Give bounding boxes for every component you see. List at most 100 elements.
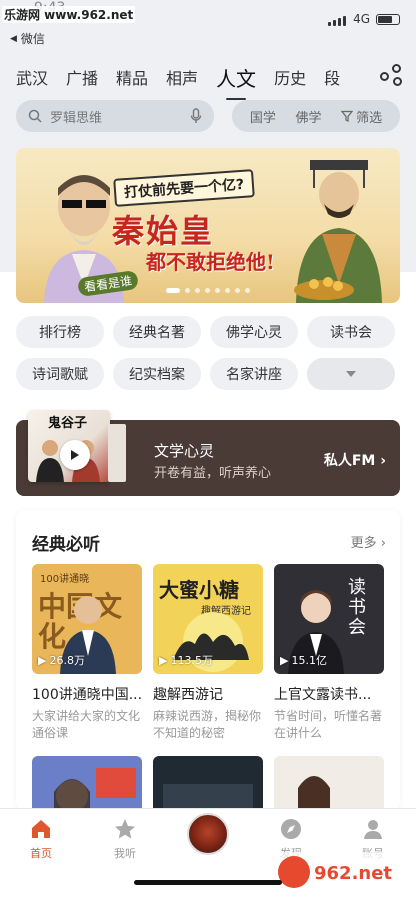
tab-jokes[interactable]: 段 (315, 65, 349, 89)
chip-lectures[interactable]: 名家讲座 (210, 358, 298, 390)
tab-premium[interactable]: 精品 (107, 65, 157, 89)
filter-button[interactable]: 筛选 (341, 107, 382, 126)
album-cover-partial[interactable] (274, 756, 384, 810)
fm-action-label: 私人FM (323, 453, 376, 469)
pagination-dot (185, 288, 190, 293)
tab-broadcast[interactable]: 广播 (57, 65, 107, 89)
dark-cover-illustration (163, 784, 253, 810)
banner-headline-2: 都不敢拒绝他! (146, 250, 275, 274)
tab-humanities[interactable]: 人文 (207, 63, 265, 100)
chevron-right-icon: › (380, 536, 386, 551)
personal-fm-card[interactable]: 鬼谷子 文学心灵 开卷有益，听声养心 私人FM › (16, 410, 400, 496)
signal-icon (328, 16, 346, 26)
play-count: ▶ 26.8万 (38, 652, 85, 668)
album-cover: 大蜜小糖 趣解西游记 ▶ 113.5万 (153, 564, 263, 674)
album-cover-text: 读书会 (348, 577, 366, 638)
compass-icon (281, 819, 301, 839)
fm-subtitle: 开卷有益，听声养心 (154, 466, 272, 481)
tabbar-my-listen-label: 我听 (114, 847, 136, 860)
tabbar-home-label: 首页 (30, 847, 52, 860)
tab-wuhan[interactable]: 武汉 (0, 65, 57, 89)
portrait-illustration (54, 768, 136, 810)
promo-banner[interactable]: 打仗前先要一个亿? 秦始皇 都不敢拒绝他! 看看是谁 (16, 148, 400, 303)
pagination-dot (225, 288, 230, 293)
tabbar-my-listen[interactable]: 我听 (90, 817, 160, 861)
back-to-wechat-button[interactable]: ◀ 微信 (10, 30, 45, 47)
play-count: ▶ 15.1亿 (280, 652, 327, 668)
star-icon (115, 819, 135, 839)
now-playing-disc[interactable] (187, 813, 229, 855)
play-count: ▶ 113.5万 (159, 652, 213, 668)
chip-buddhism[interactable]: 佛学心灵 (210, 316, 298, 348)
back-label: 微信 (20, 32, 45, 46)
play-count-icon: ▶ (280, 653, 289, 667)
play-count-value: 15.1亿 (291, 654, 327, 667)
battery-icon (376, 14, 400, 25)
play-count-icon: ▶ (159, 653, 168, 667)
microphone-icon[interactable] (190, 108, 202, 124)
album-card[interactable]: 大蜜小糖 趣解西游记 ▶ 113.5万 趣解西游记 麻辣说西游，揭秘你不知道的秘密 (153, 564, 263, 742)
search-input[interactable]: 罗辑思维 (16, 100, 214, 132)
banner-pagination (16, 288, 400, 293)
back-arrow-icon: ◀ (10, 33, 17, 44)
home-icon (32, 820, 50, 838)
album-cover-partial[interactable] (32, 756, 142, 810)
pagination-dot (195, 288, 200, 293)
album-cover: 100讲通晓 中国文化 ▶ 26.8万 (32, 564, 142, 674)
play-count-value: 113.5万 (170, 654, 213, 667)
user-icon (364, 820, 382, 839)
pagination-dot (205, 288, 210, 293)
play-count-icon: ▶ (38, 653, 47, 667)
filter-guoxue[interactable]: 国学 (250, 107, 276, 126)
album-desc: 节省时间，听懂名著在讲什么 (274, 709, 383, 740)
more-label: 更多 (350, 536, 377, 551)
triangle-down-icon (346, 371, 356, 377)
more-categories-icon[interactable] (380, 64, 406, 90)
play-count-value: 26.8万 (49, 654, 85, 667)
fm-cover-stack (108, 424, 126, 482)
watermark-top: 乐游网 www.962.net (2, 6, 136, 23)
filter-label: 筛选 (356, 110, 383, 126)
search-placeholder: 罗辑思维 (50, 110, 103, 126)
play-icon (71, 450, 79, 460)
pagination-dot (245, 288, 250, 293)
chip-expand[interactable] (307, 358, 395, 390)
chip-poetry[interactable]: 诗词歌赋 (16, 358, 104, 390)
classics-section: 经典必听 更多 › 100讲通晓 中国文化 ▶ 26.8万 100讲通晓中国...… (16, 510, 400, 810)
album-cover-partial[interactable] (153, 756, 263, 810)
pagination-dot (235, 288, 240, 293)
filter-bar: 国学 佛学 筛选 (232, 100, 400, 132)
fm-title: 文学心灵 (154, 442, 215, 460)
banner-subtitle: 打仗前先要一个亿? (113, 169, 255, 207)
emperor-illustration (294, 160, 382, 303)
album-card[interactable]: 读书会 ▶ 15.1亿 上官文露读书... 节省时间，听懂名著在讲什么 (274, 564, 384, 742)
album-name: 上官文露读书... (274, 687, 372, 703)
tab-history[interactable]: 历史 (265, 65, 315, 89)
tabbar-home[interactable]: 首页 (6, 817, 76, 861)
status-bar: 9:43 乐游网 www.962.net 4G (0, 0, 416, 32)
tab-crosstalk[interactable]: 相声 (157, 65, 207, 89)
portrait-illustration (298, 776, 330, 810)
network-label: 4G (353, 12, 370, 26)
pagination-dot (215, 288, 220, 293)
chip-documentary[interactable]: 纪实档案 (113, 358, 201, 390)
funnel-icon (341, 110, 354, 122)
album-desc: 麻辣说西游，揭秘你不知道的秘密 (153, 709, 262, 740)
chip-book-club[interactable]: 读书会 (307, 316, 395, 348)
play-button[interactable] (60, 440, 90, 470)
chip-ranking[interactable]: 排行榜 (16, 316, 104, 348)
filter-foxue[interactable]: 佛学 (295, 107, 321, 126)
chip-classics[interactable]: 经典名著 (113, 316, 201, 348)
album-desc: 大家讲给大家的文化通俗课 (32, 709, 141, 740)
pagination-dot (166, 288, 180, 293)
quick-links: 排行榜 经典名著 佛学心灵 读书会 诗词歌赋 纪实档案 名家讲座 (16, 316, 402, 390)
search-icon (28, 109, 42, 123)
section-more-link[interactable]: 更多 › (351, 532, 386, 551)
fm-action-button[interactable]: 私人FM › (324, 450, 386, 470)
home-indicator (134, 880, 282, 885)
album-card[interactable]: 100讲通晓 中国文化 ▶ 26.8万 100讲通晓中国... 大家讲给大家的文化… (32, 564, 142, 742)
album-cover: 读书会 ▶ 15.1亿 (274, 564, 384, 674)
chevron-right-icon: › (380, 453, 386, 469)
section-title: 经典必听 (32, 535, 100, 555)
album-name: 100讲通晓中国... (32, 687, 142, 703)
